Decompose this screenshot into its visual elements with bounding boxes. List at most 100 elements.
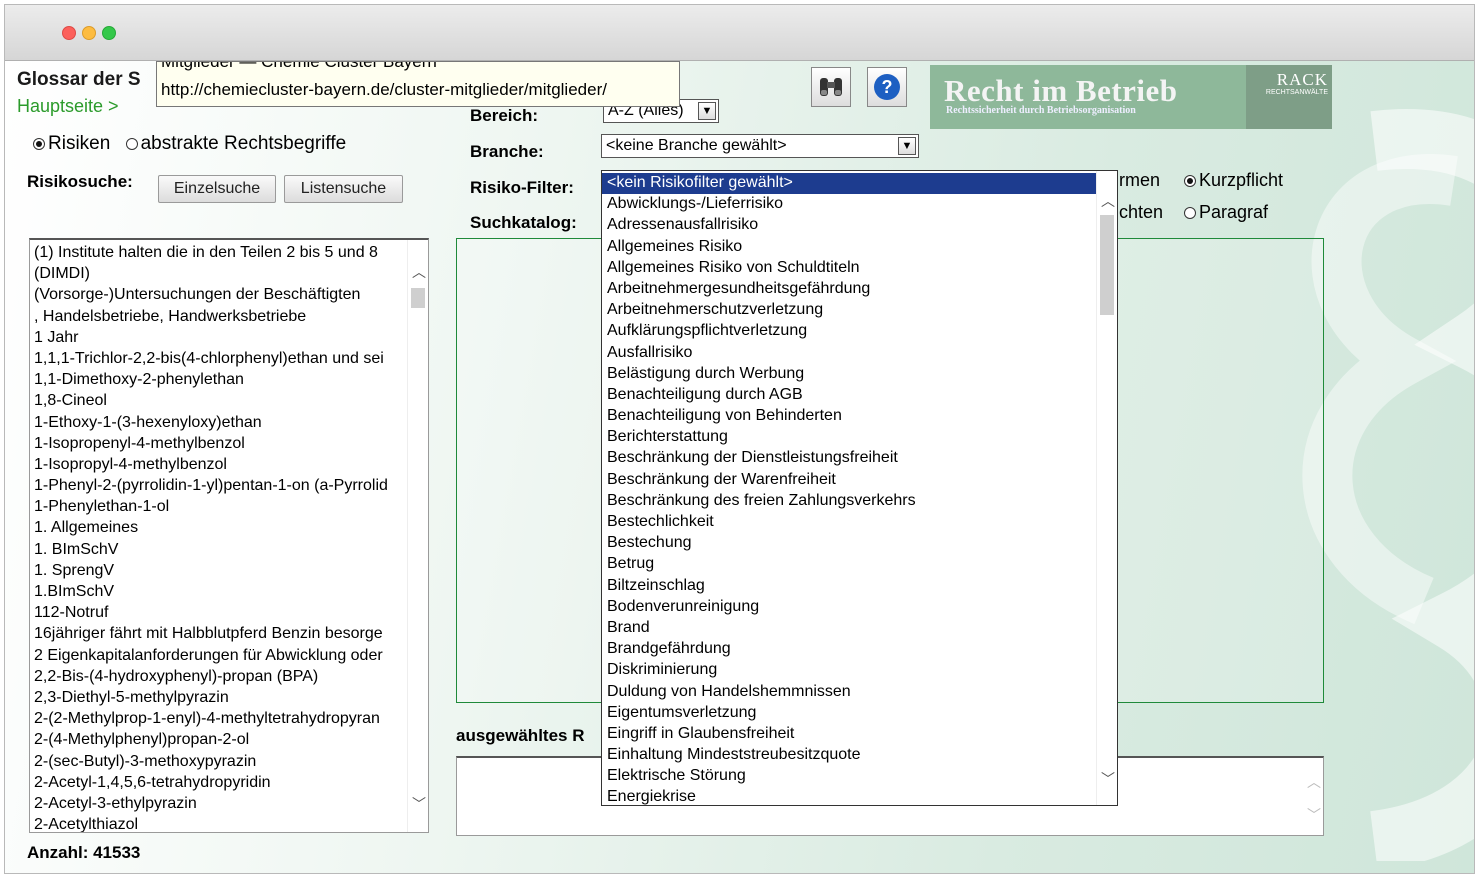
scroll-up-icon[interactable]: ︿ <box>1101 191 1115 211</box>
title-bar <box>5 5 1474 61</box>
scroll-up-icon[interactable]: ︿ <box>412 262 426 282</box>
rack-logo: RACK RECHTSANWÄLTE <box>1246 65 1332 129</box>
term-list-item[interactable]: 2-(sec-Butyl)-3-methoxypyrazin <box>34 751 406 772</box>
risiko-filter-dropdown[interactable]: <kein Risikofilter gewählt> Abwicklungs-/… <box>601 170 1118 806</box>
risk-option[interactable]: Berichterstattung <box>602 427 1097 448</box>
term-list-item[interactable]: 1,8-Cineol <box>34 390 406 411</box>
risk-option[interactable]: Arbeitnehmerschutzverletzung <box>602 300 1097 321</box>
risk-option[interactable]: Bodenverunreinigung <box>602 597 1097 618</box>
term-list-item[interactable]: (DIMDI) <box>34 263 406 284</box>
risk-option[interactable]: Beschränkung der Warenfreiheit <box>602 470 1097 491</box>
term-list-item[interactable]: 1. SprengV <box>34 560 406 581</box>
risk-option[interactable]: Allgemeines Risiko von Schuldtiteln <box>602 258 1097 279</box>
radio-paragraf-control[interactable] <box>1184 207 1196 219</box>
term-list-item[interactable]: 16jähriger fährt mit Halbblutpferd Benzi… <box>34 623 406 644</box>
scroll-down-icon[interactable]: ﹀ <box>1101 769 1115 789</box>
term-list-item[interactable]: 1-Phenyl-2-(pyrrolidin-1-yl)pentan-1-on … <box>34 475 406 496</box>
term-list-item[interactable]: (1) Institute halten die in den Teilen 2… <box>34 242 406 263</box>
term-list-item[interactable]: (Vorsorge-)Untersuchungen der Beschäftig… <box>34 284 406 305</box>
term-list-item[interactable]: 2-(2-Methylprop-1-enyl)-4-methyltetrahyd… <box>34 708 406 729</box>
risk-option[interactable]: Beschränkung des freien Zahlungsverkehrs <box>602 491 1097 512</box>
term-list-item[interactable]: 2-Acetyl-1,4,5,6-tetrahydropyridin <box>34 772 406 793</box>
term-list-item[interactable]: 1-Ethoxy-1-(3-hexenyloxy)ethan <box>34 412 406 433</box>
risk-option[interactable]: Biltzeinschlag <box>602 576 1097 597</box>
term-list-item[interactable]: 1,1-Dimethoxy-2-phenylethan <box>34 369 406 390</box>
risk-option[interactable]: Brand <box>602 618 1097 639</box>
risk-option[interactable]: Duldung von Handelshemmnissen <box>602 682 1097 703</box>
risk-option[interactable]: Benachteiligung durch AGB <box>602 385 1097 406</box>
term-list-item[interactable]: 112-Notruf <box>34 602 406 623</box>
scroll-thumb[interactable] <box>1100 215 1114 315</box>
recht-im-betrieb-banner[interactable]: Recht im Betrieb Rechtssicherheit durch … <box>930 65 1332 129</box>
radio-paragraf[interactable]: Paragraf <box>1184 202 1268 223</box>
term-list-item[interactable]: 1.BImSchV <box>34 581 406 602</box>
risk-option[interactable]: Einhaltung Mindeststreubesitzquote <box>602 745 1097 766</box>
home-link[interactable]: Hauptseite > <box>17 96 119 117</box>
tooltip-title: Mitglieder — Chemie Cluster Bayern <box>161 61 437 71</box>
chevron-down-icon[interactable]: ▼ <box>898 137 916 155</box>
risk-option[interactable]: Beschränkung der Dienstleistungsfreiheit <box>602 448 1097 469</box>
risk-option[interactable]: Eingriff in Glaubensfreiheit <box>602 724 1097 745</box>
term-list-item[interactable]: 1-Isopropenyl-4-methylbenzol <box>34 433 406 454</box>
term-list-item[interactable]: 1-Isopropyl-4-methylbenzol <box>34 454 406 475</box>
term-list-item[interactable]: 1,1,1-Trichlor-2,2-bis(4-chlorphenyl)eth… <box>34 348 406 369</box>
term-list-item[interactable]: 1. BImSchV <box>34 539 406 560</box>
listensuche-button[interactable]: Listensuche <box>284 175 403 203</box>
radio-abstrakte-control[interactable] <box>125 138 138 150</box>
einzelsuche-button[interactable]: Einzelsuche <box>158 175 276 203</box>
risk-option[interactable]: Ausfallrisiko <box>602 343 1097 364</box>
risk-option[interactable]: Arbeitnehmergesundheitsgefährdung <box>602 279 1097 300</box>
close-window-button[interactable] <box>62 26 76 40</box>
risk-option[interactable]: Belästigung durch Werbung <box>602 364 1097 385</box>
help-button[interactable]: ? <box>867 67 907 107</box>
term-list-item[interactable]: , Handelsbetriebe, Handwerksbetriebe <box>34 306 406 327</box>
term-list-item[interactable]: 1. Allgemeines <box>34 517 406 538</box>
scroll-down-icon[interactable]: ﹀ <box>1307 805 1321 825</box>
radio-risiken-control[interactable] <box>33 138 45 150</box>
risk-option[interactable]: Eigentumsverletzung <box>602 703 1097 724</box>
term-list-scrollbar[interactable]: ︿ ﹀ <box>407 240 428 832</box>
scroll-up-icon[interactable]: ︿ <box>1307 772 1321 792</box>
term-list-item[interactable]: 2-Acetyl-3-ethylpyrazin <box>34 793 406 814</box>
term-listbox[interactable]: (1) Institute halten die in den Teilen 2… <box>29 238 429 833</box>
risiko-filter-select[interactable] <box>601 170 1118 194</box>
zoom-window-button[interactable] <box>102 26 116 40</box>
branche-value: <keine Branche gewählt> <box>606 137 787 154</box>
risk-option[interactable]: Energiekrise <box>602 787 1097 805</box>
chevron-down-icon[interactable]: ▼ <box>698 102 716 120</box>
term-list-item[interactable]: 1-Phenylethan-1-ol <box>34 496 406 517</box>
radio-abstrakte-rechtsbegriffe[interactable]: abstrakte Rechtsbegriffe <box>125 133 346 154</box>
branche-label: Branche: <box>470 142 544 161</box>
risk-option[interactable]: Abwicklungs-/Lieferrisiko <box>602 194 1097 215</box>
risk-option[interactable]: Brandgefährdung <box>602 639 1097 660</box>
risk-option[interactable]: Betrug <box>602 554 1097 575</box>
scroll-down-icon[interactable]: ﹀ <box>412 794 426 814</box>
help-icon: ? <box>874 74 900 100</box>
branche-select[interactable]: <keine Branche gewählt> ▼ <box>601 134 919 158</box>
term-list-item[interactable]: 2 Eigenkapitalanforderungen für Abwicklu… <box>34 645 406 666</box>
risk-option[interactable]: Bestechlichkeit <box>602 512 1097 533</box>
term-list-item[interactable]: 2,3-Diethyl-5-methylpyrazin <box>34 687 406 708</box>
risk-option[interactable]: Aufklärungspflichtverletzung <box>602 321 1097 342</box>
risk-option[interactable]: Elektrische Störung <box>602 766 1097 787</box>
textarea-scrollbar[interactable]: ︿ ﹀ <box>1303 758 1323 835</box>
dropdown-scrollbar[interactable]: ︿ ﹀ <box>1096 171 1117 805</box>
term-list-item[interactable]: 1 Jahr <box>34 327 406 348</box>
term-list-item[interactable]: 2-(4-Methylphenyl)propan-2-ol <box>34 729 406 750</box>
banner-subtitle: Rechtssicherheit durch Betriebsorganisat… <box>946 105 1136 116</box>
risk-option[interactable]: Bestechung <box>602 533 1097 554</box>
risk-option[interactable]: Benachteiligung von Behinderten <box>602 406 1097 427</box>
binoculars-search-button[interactable] <box>811 67 851 107</box>
scroll-thumb[interactable] <box>411 288 425 308</box>
risk-option[interactable]: Adressenausfallrisiko <box>602 215 1097 236</box>
risiko-filter-options: <kein Risikofilter gewählt> Abwicklungs-/… <box>602 173 1097 805</box>
risk-option[interactable]: Diskriminierung <box>602 660 1097 681</box>
term-list-item[interactable]: 2-Acetylthiazol <box>34 814 406 832</box>
banner-title: Recht im Betrieb <box>944 73 1178 108</box>
minimize-window-button[interactable] <box>82 26 96 40</box>
radio-kurzpflicht[interactable]: Kurzpflicht <box>1184 170 1283 191</box>
term-list-item[interactable]: 2,2-Bis-(4-hydroxyphenyl)-propan (BPA) <box>34 666 406 687</box>
risk-option[interactable]: Allgemeines Risiko <box>602 237 1097 258</box>
radio-kurzpflicht-control[interactable] <box>1184 175 1196 187</box>
radio-risiken[interactable]: Risiken <box>33 133 110 154</box>
